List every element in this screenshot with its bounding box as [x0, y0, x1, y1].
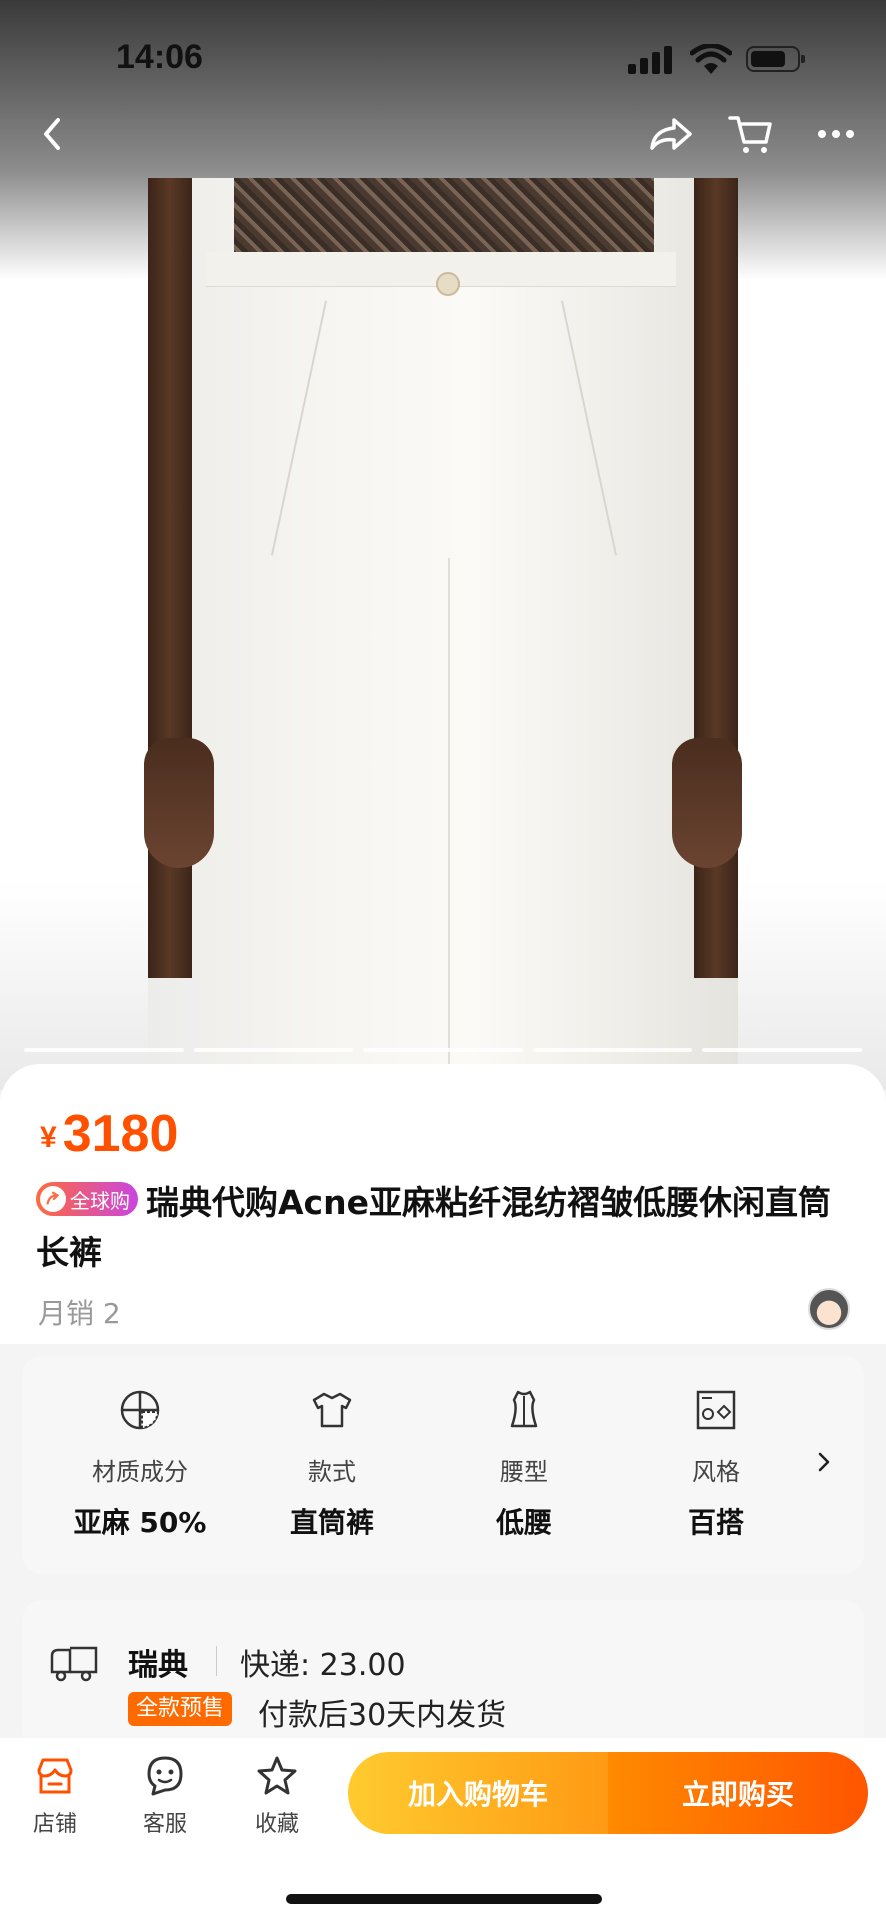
delivery-time: 付款后30天内发货	[258, 1698, 507, 1733]
home-indicator[interactable]	[286, 1894, 602, 1904]
attribute-material[interactable]: 材质成分 亚麻 50%	[50, 1386, 230, 1541]
favorite-label: 收藏	[254, 1812, 299, 1837]
attribute-waist[interactable]: 腰型 低腰	[434, 1386, 614, 1541]
battery-icon	[746, 46, 805, 72]
price-title-section: ¥3180 全球购 瑞典代购Acne亚麻粘纤混纺褶皱低腰休闲直筒长裤 月销 2	[0, 1064, 886, 1344]
attribute-value: 直筒裤	[289, 1506, 374, 1539]
monthly-sales: 月销 2	[38, 1297, 121, 1330]
attribute-label: 风格	[692, 1458, 740, 1486]
waist-type-icon	[510, 1390, 538, 1428]
product-title-row: 全球购 瑞典代购Acne亚麻粘纤混纺褶皱低腰休闲直筒长裤	[36, 1178, 856, 1278]
gallery-indicator-segment	[702, 1048, 862, 1052]
gallery-indicator-segment	[193, 1048, 354, 1052]
star-icon	[257, 1756, 297, 1795]
style-shapes-icon	[696, 1390, 736, 1430]
product-info-card: ¥3180 全球购 瑞典代购Acne亚麻粘纤混纺褶皱低腰休闲直筒长裤 月销 2 …	[0, 1064, 886, 1764]
pleat-left	[270, 300, 328, 556]
shipping-info[interactable]: 瑞典 快递: 23.00 全款预售 付款后30天内发货	[22, 1600, 864, 1750]
global-purchase-label: 全球购	[70, 1188, 130, 1213]
chevron-left-icon	[44, 118, 60, 150]
share-icon	[650, 118, 692, 150]
center-seam	[448, 558, 450, 1090]
status-time: 14:06	[116, 38, 203, 76]
customer-service-icon	[147, 1756, 183, 1796]
buy-now-button[interactable]: 立即购买	[608, 1752, 868, 1834]
left-hand	[144, 738, 214, 868]
gallery-indicator-segment	[24, 1048, 184, 1052]
cart-button[interactable]	[720, 104, 780, 164]
product-photo	[144, 178, 742, 1090]
attribute-label: 款式	[308, 1458, 356, 1486]
signal-icon	[628, 46, 674, 74]
product-title: 瑞典代购Acne亚麻粘纤混纺褶皱低腰休闲直筒长裤	[36, 1183, 831, 1272]
chevron-right-icon[interactable]	[810, 1448, 838, 1476]
more-button[interactable]	[806, 104, 866, 164]
add-to-cart-button[interactable]: 加入购物车	[348, 1752, 608, 1834]
customer-service-button[interactable]: 客服	[120, 1752, 210, 1838]
shop-button[interactable]: 店铺	[10, 1752, 100, 1838]
back-button[interactable]	[22, 104, 82, 164]
attribute-value: 百搭	[687, 1506, 744, 1539]
fabric-composition-icon	[120, 1390, 160, 1430]
attribute-label: 腰型	[500, 1458, 548, 1486]
divider	[216, 1646, 217, 1676]
attribute-fashion-style[interactable]: 风格 百搭	[626, 1386, 806, 1541]
currency-symbol: ¥	[40, 1121, 57, 1154]
customer-service-label: 客服	[142, 1812, 187, 1837]
shop-label: 店铺	[32, 1812, 77, 1837]
attribute-value: 亚麻 50%	[73, 1506, 207, 1539]
gallery-indicator-segment	[532, 1048, 693, 1052]
trouser-button	[436, 272, 460, 296]
pleat-right	[560, 300, 618, 556]
right-hand	[672, 738, 742, 868]
shop-icon	[37, 1758, 73, 1794]
product-attributes[interactable]: 材质成分 亚麻 50% 款式 直筒裤 腰型 低腰 风格 百搭	[22, 1356, 864, 1574]
price-value: 3180	[62, 1105, 179, 1163]
favorite-button[interactable]: 收藏	[232, 1752, 322, 1838]
global-arrow-icon	[40, 1186, 66, 1212]
wifi-icon	[689, 43, 733, 76]
truck-icon	[50, 1646, 98, 1682]
gallery-indicator-segment	[363, 1048, 523, 1052]
lace-top	[234, 178, 654, 258]
avatar[interactable]	[808, 1288, 850, 1330]
ship-origin: 瑞典	[128, 1648, 188, 1683]
cart-icon	[728, 116, 772, 153]
share-button[interactable]	[640, 104, 700, 164]
status-bar: 14:06	[0, 0, 886, 110]
shipping-fee: 快递: 23.00	[240, 1648, 406, 1683]
product-price: ¥3180	[40, 1104, 178, 1164]
bottom-action-bar: 店铺 客服 收藏 加入购物车 立即购买	[0, 1738, 886, 1920]
more-icon	[818, 130, 854, 138]
garment-style-icon	[312, 1392, 352, 1428]
attribute-label: 材质成分	[92, 1458, 188, 1486]
attribute-style[interactable]: 款式 直筒裤	[242, 1386, 422, 1541]
global-purchase-badge: 全球购	[36, 1182, 138, 1216]
presale-badge: 全款预售	[128, 1692, 233, 1726]
attribute-value: 低腰	[495, 1506, 552, 1539]
gallery-indicator	[24, 1048, 862, 1052]
